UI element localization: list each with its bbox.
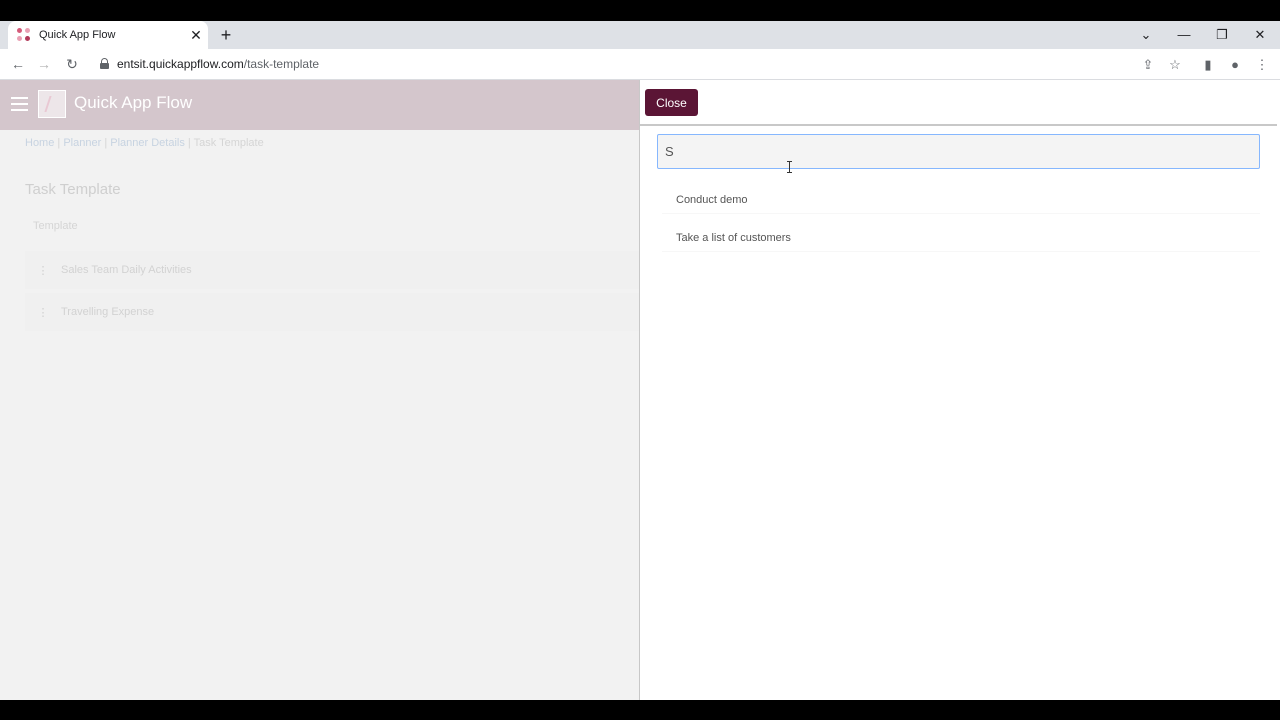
search-result-item[interactable]: Conduct demo bbox=[662, 186, 1260, 214]
new-tab-button[interactable]: + bbox=[216, 21, 236, 49]
breadcrumb-current: Task Template bbox=[193, 137, 264, 149]
address-bar[interactable]: entsit.quickappflow.com/task-template bbox=[100, 49, 319, 80]
bookmark-star-icon[interactable]: ☆ bbox=[1163, 49, 1187, 80]
side-panel-icon[interactable]: ▮ bbox=[1196, 49, 1220, 80]
app-name: Quick App Flow bbox=[74, 93, 193, 112]
hamburger-menu-icon[interactable] bbox=[11, 97, 28, 111]
search-result-item[interactable]: Take a list of customers bbox=[662, 224, 1260, 252]
panel-divider bbox=[640, 124, 1277, 126]
breadcrumb: Home | Planner | Planner Details | Task … bbox=[25, 137, 264, 149]
breadcrumb-planner-details[interactable]: Planner Details bbox=[110, 137, 185, 149]
text-cursor-icon bbox=[787, 161, 793, 173]
url-host: entsit.quickappflow.com bbox=[117, 57, 244, 71]
breadcrumb-separator: | bbox=[57, 137, 61, 149]
breadcrumb-planner[interactable]: Planner bbox=[63, 137, 101, 149]
template-name: Travelling Expense bbox=[61, 306, 155, 318]
back-icon[interactable]: ← bbox=[6, 49, 30, 80]
share-icon[interactable]: ⇪ bbox=[1136, 49, 1160, 80]
tab-search-icon[interactable]: ⌄ bbox=[1127, 21, 1165, 49]
drag-handle-icon[interactable]: ⋮ bbox=[25, 264, 61, 277]
browser-tabstrip: Quick App Flow ✕ + ⌄ — ❐ ✕ bbox=[0, 21, 1280, 49]
app-header: Quick App Flow bbox=[0, 80, 640, 130]
profile-icon[interactable]: ● bbox=[1223, 49, 1247, 80]
tab-title: Quick App Flow bbox=[39, 29, 116, 41]
lock-icon bbox=[100, 58, 109, 69]
app-logo bbox=[38, 90, 66, 118]
bottom-letterbox bbox=[0, 700, 1280, 720]
browser-menu-icon[interactable]: ⋮ bbox=[1250, 49, 1274, 80]
drag-handle-icon[interactable]: ⋮ bbox=[25, 306, 61, 319]
close-button[interactable]: Close bbox=[645, 89, 698, 116]
page-viewport: Quick App Flow Home | Planner | Planner … bbox=[0, 80, 1280, 700]
minimize-button[interactable]: — bbox=[1165, 21, 1203, 49]
breadcrumb-home[interactable]: Home bbox=[25, 137, 54, 149]
side-panel: Close Conduct demo Take a list of custom… bbox=[639, 80, 1280, 700]
forward-icon[interactable]: → bbox=[32, 49, 56, 80]
tab-close-icon[interactable]: ✕ bbox=[184, 27, 208, 44]
template-name: Sales Team Daily Activities bbox=[61, 264, 192, 276]
restore-button[interactable]: ❐ bbox=[1203, 21, 1241, 49]
page-title: Task Template bbox=[25, 181, 121, 198]
reload-icon[interactable]: ↻ bbox=[60, 49, 84, 80]
search-input[interactable] bbox=[657, 134, 1260, 169]
browser-toolbar: ← → ↻ entsit.quickappflow.com/task-templ… bbox=[0, 49, 1280, 80]
app-favicon-icon bbox=[17, 28, 31, 42]
breadcrumb-separator: | bbox=[104, 137, 108, 149]
window-close-button[interactable]: ✕ bbox=[1241, 21, 1279, 49]
browser-tab[interactable]: Quick App Flow ✕ bbox=[8, 21, 208, 49]
table-column-header: Template bbox=[33, 220, 78, 232]
top-letterbox bbox=[0, 0, 1280, 21]
table-row[interactable]: ⋮ Sales Team Daily Activities bbox=[25, 251, 640, 289]
table-row[interactable]: ⋮ Travelling Expense bbox=[25, 293, 640, 331]
url-path: /task-template bbox=[243, 57, 320, 71]
breadcrumb-separator: | bbox=[187, 137, 191, 149]
